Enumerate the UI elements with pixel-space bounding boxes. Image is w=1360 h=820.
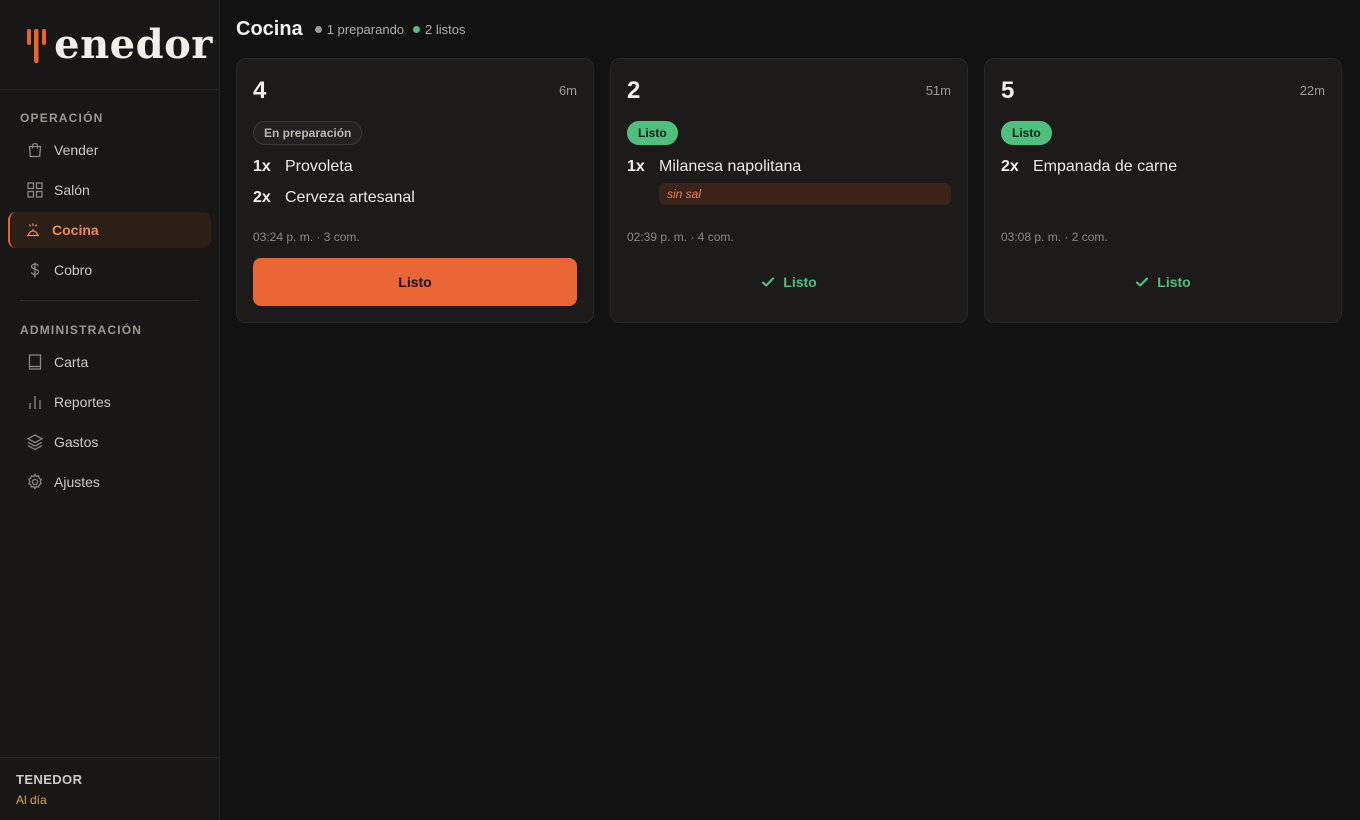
layers-icon: [26, 433, 44, 451]
sidebar-item-label: Ajustes: [54, 474, 100, 490]
order-item: 1x Milanesa napolitana: [627, 155, 951, 179]
order-card: 4 6m En preparación 1x Provoleta 2x Cerv…: [236, 58, 594, 323]
app-root: enedor OPERACIÓN Vender Salón Cocina Cob…: [0, 0, 1360, 820]
status-badge: Listo: [1001, 121, 1052, 145]
item-name: Cerveza artesanal: [285, 189, 415, 206]
status-dot-icon: [314, 25, 322, 33]
elapsed-time: 6m: [558, 83, 577, 98]
main-content: Cocina 1 preparando 2 listos 4 6m En pre…: [220, 0, 1360, 820]
nav-divider: [20, 300, 199, 301]
gear-icon: [26, 473, 44, 491]
elapsed-time: 51m: [925, 83, 951, 98]
order-items: 1x Provoleta 2x Cerveza artesanal: [253, 155, 577, 210]
order-item: 2x Cerveza artesanal: [253, 186, 577, 210]
order-items: 1x Milanesa napolitana sin sal: [627, 155, 951, 205]
order-card: 5 22m Listo 2x Empanada de carne 03:08 p…: [984, 58, 1342, 323]
item-name: Provoleta: [285, 158, 353, 175]
sidebar-item-cocina[interactable]: Cocina: [8, 212, 211, 248]
status-badge: Listo: [627, 121, 678, 145]
ready-done-button[interactable]: Listo: [627, 258, 951, 306]
fork-logo-icon: [26, 26, 52, 64]
nav-list-operacion: Vender Salón Cocina Cobro: [0, 132, 219, 292]
summary-preparing-text: 1 preparando: [326, 21, 405, 37]
sidebar-item-salon[interactable]: Salón: [8, 172, 211, 208]
sidebar-item-carta[interactable]: Carta: [8, 344, 211, 380]
order-item: 1x Provoleta: [253, 155, 577, 179]
status-badge: En preparación: [253, 121, 363, 145]
order-card: 2 51m Listo 1x Milanesa napolitana sin s…: [610, 58, 968, 323]
order-meta: 03:24 p. m. · 3 com.: [253, 230, 360, 244]
sidebar-item-label: Cocina: [52, 222, 99, 238]
status-dot-icon: [413, 25, 421, 33]
summary-ready: 2 listos: [413, 21, 466, 37]
business-name: TENEDOR: [16, 772, 83, 787]
sidebar-item-reportes[interactable]: Reportes: [8, 384, 211, 420]
summary-ready-text: 2 listos: [425, 21, 466, 37]
page-header: Cocina 1 preparando 2 listos: [236, 16, 1344, 42]
logo-text: enedor: [54, 20, 213, 68]
sidebar-item-label: Carta: [54, 354, 89, 370]
sidebar: enedor OPERACIÓN Vender Salón Cocina Cob…: [0, 0, 220, 820]
ready-done-label: Listo: [783, 274, 817, 290]
grid-icon: [26, 181, 44, 199]
sidebar-item-label: Gastos: [54, 434, 99, 450]
chef-hat-icon: [24, 221, 42, 239]
check-icon: [1135, 275, 1149, 289]
page-title: Cocina: [236, 17, 303, 40]
item-quantity: 2x: [1001, 158, 1019, 175]
elapsed-time: 22m: [1299, 83, 1325, 98]
sidebar-item-ajustes[interactable]: Ajustes: [8, 464, 211, 500]
item-quantity: 2x: [253, 189, 271, 206]
nav-list-administracion: Carta Reportes Gastos Ajustes: [0, 344, 219, 504]
book-icon: [26, 353, 44, 371]
dollar-icon: [26, 261, 44, 279]
ready-done-label: Listo: [1157, 274, 1191, 290]
sidebar-item-label: Cobro: [54, 262, 93, 278]
sidebar-item-gastos[interactable]: Gastos: [8, 424, 211, 460]
item-note: sin sal: [659, 183, 951, 205]
ready-done-button[interactable]: Listo: [1001, 258, 1325, 306]
summary-preparing: 1 preparando: [314, 21, 405, 37]
sidebar-item-label: Vender: [54, 142, 99, 158]
sidebar-item-label: Reportes: [54, 394, 111, 410]
brand-logo[interactable]: enedor: [0, 0, 219, 90]
sidebar-item-vender[interactable]: Vender: [8, 132, 211, 168]
order-meta: 03:08 p. m. · 2 com.: [1001, 230, 1108, 244]
order-items: 2x Empanada de carne: [1001, 155, 1325, 179]
check-icon: [761, 275, 775, 289]
table-number: 5: [1001, 77, 1015, 104]
item-name: Empanada de carne: [1033, 158, 1178, 175]
item-quantity: 1x: [253, 158, 271, 175]
item-quantity: 1x: [627, 158, 645, 175]
sidebar-item-cobro[interactable]: Cobro: [8, 252, 211, 288]
table-number: 4: [253, 77, 267, 104]
nav-section-operacion-title: OPERACIÓN: [20, 111, 104, 125]
item-name: Milanesa napolitana: [659, 158, 802, 175]
sync-status: Al día: [16, 793, 47, 807]
nav-section-administracion-title: ADMINISTRACIÓN: [20, 323, 143, 337]
table-number: 2: [627, 77, 641, 104]
shopping-bag-icon: [26, 141, 44, 159]
order-item: 2x Empanada de carne: [1001, 155, 1325, 179]
sidebar-footer: TENEDOR Al día: [0, 757, 219, 820]
sidebar-item-label: Salón: [54, 182, 90, 198]
mark-ready-button[interactable]: Listo: [253, 258, 577, 306]
bar-chart-icon: [26, 393, 44, 411]
order-cards: 4 6m En preparación 1x Provoleta 2x Cerv…: [236, 58, 1344, 323]
order-meta: 02:39 p. m. · 4 com.: [627, 230, 734, 244]
